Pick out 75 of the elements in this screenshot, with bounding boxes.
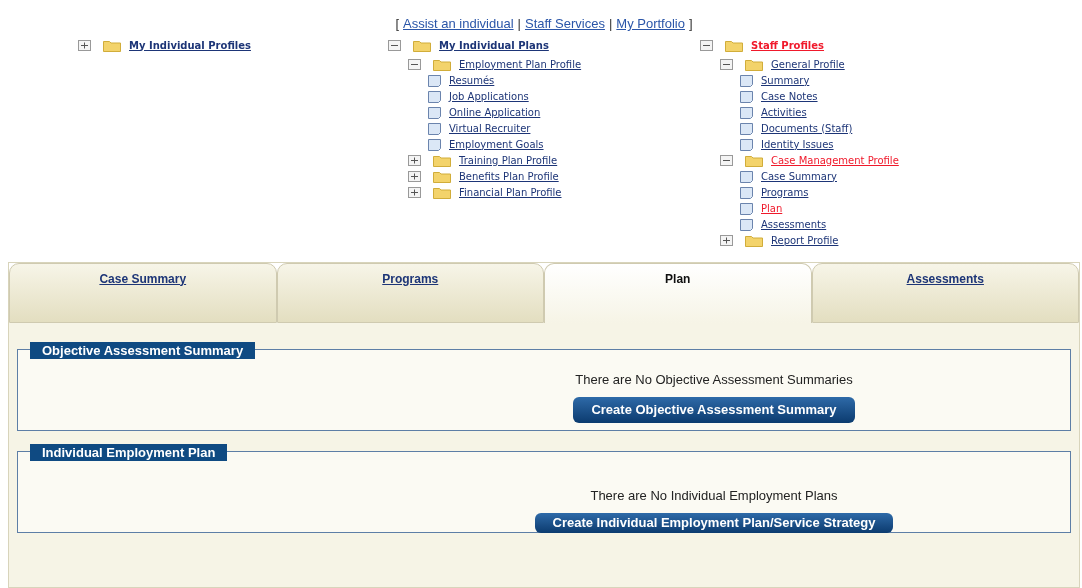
page-icon [740, 106, 753, 119]
tree-link[interactable]: Virtual Recruiter [449, 120, 531, 137]
tree-link[interactable]: Employment Plan Profile [459, 56, 582, 73]
collapse-icon[interactable] [700, 40, 713, 51]
folder-icon [433, 186, 451, 199]
folder-icon [745, 58, 763, 71]
tree-link[interactable]: Resumés [449, 72, 495, 89]
page-icon [740, 122, 753, 135]
expand-icon[interactable] [78, 40, 91, 51]
page-icon [428, 122, 441, 135]
expand-icon[interactable] [720, 235, 733, 246]
collapse-icon[interactable] [720, 155, 733, 166]
page-icon [428, 106, 441, 119]
page-icon [740, 202, 753, 215]
collapse-icon[interactable] [720, 59, 733, 70]
tree-link[interactable]: Benefits Plan Profile [459, 168, 559, 185]
tree-link[interactable]: Plan [761, 200, 783, 217]
tree-link[interactable]: My Individual Profiles [129, 37, 251, 54]
tree-link[interactable]: Assessments [761, 216, 827, 233]
tree-link[interactable]: Training Plan Profile [459, 152, 558, 169]
page-icon [428, 74, 441, 87]
collapse-icon[interactable] [408, 59, 421, 70]
tab[interactable]: Programs [276, 262, 544, 323]
create-button[interactable]: Create Objective Assessment Summary [573, 397, 855, 423]
page-icon [740, 186, 753, 199]
tab[interactable]: Plan [544, 262, 812, 323]
folder-icon [745, 234, 763, 247]
bracket: [ [395, 15, 399, 33]
page-icon [740, 90, 753, 103]
tree-link[interactable]: Case Management Profile [771, 152, 899, 169]
folder-icon [433, 170, 451, 183]
tree-link[interactable]: Identity Issues [761, 136, 834, 153]
expand-icon[interactable] [408, 155, 421, 166]
nav-link[interactable]: My Portfolio [616, 14, 685, 34]
tree-link[interactable]: Activities [761, 104, 807, 121]
expand-icon[interactable] [408, 187, 421, 198]
section-title: Individual Employment Plan [30, 443, 228, 461]
tree-link[interactable]: Case Notes [761, 88, 818, 105]
tree-link[interactable]: Employment Goals [449, 136, 544, 153]
folder-icon [745, 154, 763, 167]
tree-link[interactable]: Programs [761, 184, 809, 201]
collapse-icon[interactable] [388, 40, 401, 51]
page-icon [740, 138, 753, 151]
page-icon [428, 138, 441, 151]
tree-link[interactable]: Report Profile [771, 232, 839, 249]
folder-icon [725, 39, 743, 52]
tree-link[interactable]: My Individual Plans [439, 37, 549, 54]
section-title: Objective Assessment Summary [30, 341, 256, 359]
nav-link[interactable]: Assist an individual [403, 14, 514, 34]
folder-icon [103, 39, 121, 52]
expand-icon[interactable] [408, 171, 421, 182]
empty-message: There are No Objective Assessment Summaries [575, 370, 853, 389]
tree-link[interactable]: General Profile [771, 56, 845, 73]
tab[interactable]: Assessments [811, 262, 1079, 323]
page-icon [428, 90, 441, 103]
bracket: ] [688, 15, 693, 33]
page-icon [740, 218, 753, 231]
tree-link[interactable]: Staff Profiles [751, 37, 825, 54]
folder-icon [433, 58, 451, 71]
separator: | [517, 15, 521, 33]
create-button[interactable]: Create Individual Employment Plan/Service Strategy [534, 513, 894, 533]
tree-link[interactable]: Financial Plan Profile [459, 184, 562, 201]
tree-link[interactable]: Case Summary [761, 168, 837, 185]
tree-link[interactable]: Documents (Staff) [761, 120, 853, 137]
empty-message: There are No Individual Employment Plans [590, 486, 838, 505]
folder-icon [433, 154, 451, 167]
nav-link[interactable]: Staff Services [524, 14, 605, 34]
folder-icon [413, 39, 431, 52]
tree-link[interactable]: Summary [761, 72, 810, 89]
tree-link[interactable]: Job Applications [449, 88, 529, 105]
separator: | [608, 15, 613, 33]
tree-link[interactable]: Online Application [449, 104, 541, 121]
tab[interactable]: Case Summary [9, 262, 277, 323]
page-icon [740, 170, 753, 183]
page-icon [740, 74, 753, 87]
